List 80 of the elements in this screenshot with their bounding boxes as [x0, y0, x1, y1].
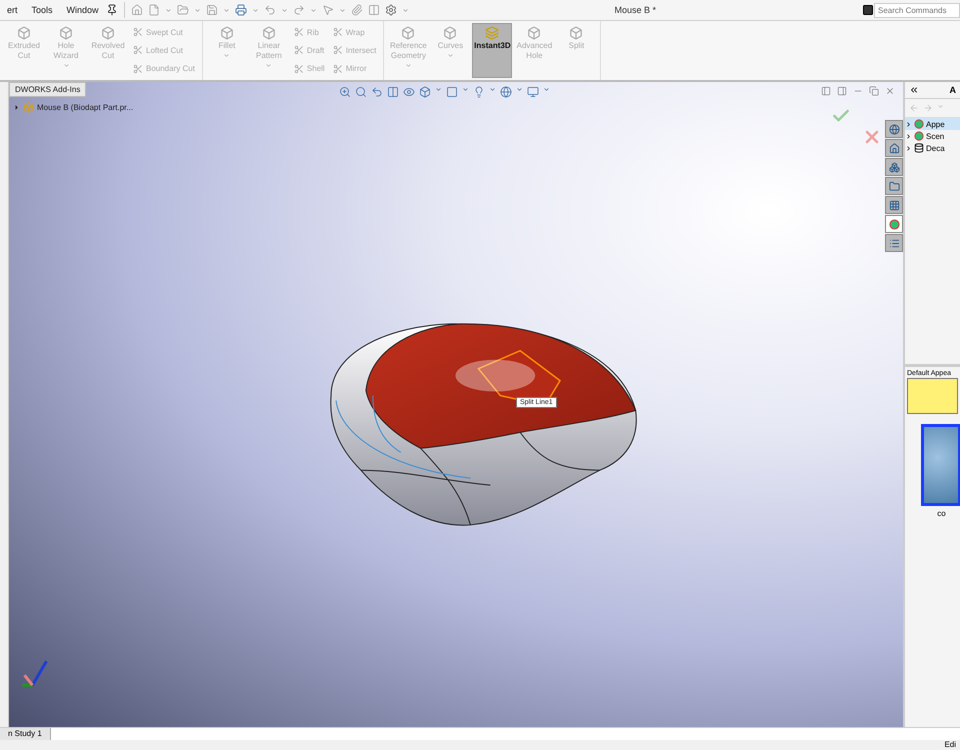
task-pane-tab[interactable] — [885, 120, 903, 138]
pane-title: A — [950, 85, 956, 95]
command-icon — [862, 4, 874, 16]
menu-item[interactable]: Tools — [24, 5, 60, 15]
folder-icon — [888, 180, 900, 192]
feature-icon — [294, 27, 304, 38]
pointer-icon[interactable] — [322, 4, 334, 16]
study-tab[interactable]: n Study 1 — [0, 728, 51, 740]
display-style-icon[interactable] — [446, 86, 458, 98]
panel-left-icon[interactable] — [821, 86, 831, 96]
task-pane-tab[interactable] — [885, 177, 903, 195]
feature-icon — [294, 64, 304, 74]
feature-icon — [527, 26, 542, 40]
thumbnail-caption: co — [936, 508, 947, 518]
section-view-icon[interactable] — [387, 86, 399, 98]
zoom-area-icon[interactable] — [355, 86, 367, 98]
scene-icon[interactable] — [500, 86, 512, 98]
tree-item[interactable]: Scen — [905, 130, 960, 142]
task-pane-tab[interactable] — [885, 158, 903, 176]
search-field[interactable]: Search Commands — [874, 2, 960, 18]
axis-triad-icon — [22, 660, 48, 687]
undo-icon[interactable] — [264, 4, 276, 16]
appearance-thumbnail[interactable] — [921, 424, 960, 506]
feature-icon — [294, 45, 304, 56]
tree-item[interactable]: Appe — [905, 118, 960, 130]
instant3d-icon — [485, 26, 500, 40]
ribbon-button[interactable]: Instant3D — [472, 23, 512, 78]
view-icon[interactable] — [403, 86, 415, 98]
redo-icon[interactable] — [292, 4, 305, 16]
collapse-icon[interactable] — [909, 85, 919, 95]
color-ball-icon — [888, 218, 900, 230]
new-file-icon[interactable] — [148, 4, 160, 16]
save-icon[interactable] — [206, 4, 218, 16]
feature-icon — [332, 27, 343, 38]
caret-icon[interactable] — [13, 104, 20, 111]
monitor-icon[interactable] — [527, 86, 539, 98]
light-icon[interactable] — [473, 86, 485, 98]
feature-tree-item[interactable]: Mouse B (Biodapt Part.pr... — [13, 102, 134, 113]
window-title: Mouse B * — [614, 5, 658, 15]
previous-view-icon[interactable] — [371, 86, 383, 98]
home-icon[interactable] — [130, 4, 143, 16]
columns-icon[interactable] — [368, 4, 380, 16]
task-pane-tab[interactable] — [885, 139, 903, 157]
feature-icon — [133, 64, 143, 74]
color-swatch — [907, 378, 958, 414]
feature-icon — [101, 26, 115, 40]
settings-icon[interactable] — [384, 4, 397, 16]
parts-icon — [888, 162, 900, 172]
restore-icon[interactable] — [869, 86, 879, 96]
feature-icon — [332, 64, 343, 74]
grid-icon — [888, 200, 900, 210]
panel-right-icon[interactable] — [837, 86, 847, 96]
tree-item[interactable]: Deca — [905, 142, 960, 154]
feature-icon — [133, 45, 143, 56]
feature-icon — [59, 26, 73, 40]
pin-icon[interactable] — [106, 4, 118, 16]
globe-icon — [888, 124, 900, 134]
task-pane-tab[interactable] — [885, 196, 903, 214]
feature-icon — [332, 45, 343, 56]
paperclip-icon[interactable] — [350, 4, 363, 16]
task-pane-tab[interactable] — [885, 234, 903, 252]
close-icon[interactable] — [885, 86, 895, 96]
home-icon — [888, 142, 900, 154]
feature-icon — [220, 26, 234, 40]
menu-item[interactable]: Window — [60, 5, 106, 15]
open-folder-icon[interactable] — [176, 4, 189, 16]
feature-icon — [133, 27, 143, 38]
cube-icon[interactable] — [419, 86, 431, 98]
feature-icon — [401, 26, 416, 40]
feature-icon — [443, 26, 458, 40]
task-pane-tab[interactable] — [885, 215, 903, 233]
print-icon[interactable] — [234, 4, 247, 16]
menu-item[interactable]: ert — [0, 5, 25, 15]
part-icon — [23, 102, 34, 113]
feature-icon — [262, 26, 276, 40]
addins-tab[interactable]: DWORKS Add-Ins — [9, 82, 86, 97]
database-icon — [914, 143, 924, 153]
zoom-icon[interactable] — [339, 86, 351, 98]
feature-icon — [569, 26, 584, 40]
feature-icon — [17, 26, 31, 40]
